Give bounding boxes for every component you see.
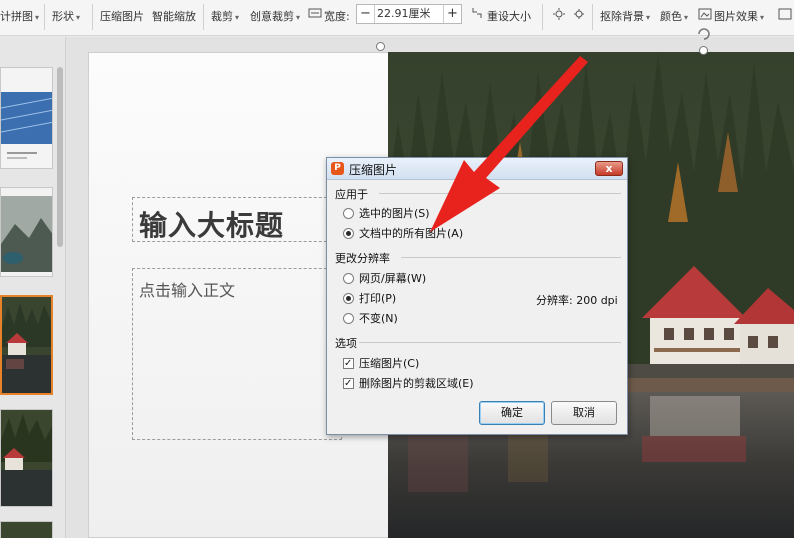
rotate-handle-icon[interactable]: [696, 26, 712, 42]
resize-handle-top[interactable]: [699, 46, 708, 55]
checkbox-checked-icon: [343, 376, 354, 392]
title-placeholder-text: 输入大标题: [139, 209, 285, 242]
dialog-title-bar[interactable]: P 压缩图片 x: [327, 158, 627, 180]
width-decrease-button[interactable]: −: [357, 5, 375, 23]
group-divider: [379, 193, 621, 194]
compress-picture-dialog: P 压缩图片 x 应用于 选中的图片(S) 文档中的所有图片(A) 更改分辨率 …: [326, 157, 628, 435]
width-input[interactable]: 22.91厘米: [377, 7, 441, 21]
checkbox-checked-icon: [343, 356, 354, 372]
group-divider: [359, 342, 621, 343]
slide-thumbnail-panel: [0, 37, 66, 538]
puzzle-button[interactable]: 计拼图 ▾: [0, 8, 39, 26]
resize-handle-top-left[interactable]: [376, 42, 385, 51]
resolution-dpi-text: 分辨率: 200 dpi: [536, 294, 618, 307]
chevron-down-icon: ▾: [646, 13, 651, 22]
chevron-down-icon: ▾: [760, 13, 765, 22]
toolbar-divider: [592, 4, 593, 30]
remove-background-button[interactable]: 抠除背景 ▾: [600, 8, 650, 26]
width-increase-button[interactable]: +: [443, 5, 461, 23]
title-placeholder[interactable]: 输入大标题: [132, 197, 342, 242]
creative-crop-button[interactable]: 创意裁剪 ▾: [250, 8, 300, 26]
slide-thumbnail-4[interactable]: [0, 409, 53, 507]
radio-checked-icon: [343, 293, 354, 304]
slide-thumbnail-1[interactable]: [0, 67, 53, 169]
thumbnail-image: [2, 297, 51, 393]
group-divider: [401, 257, 621, 258]
contrast-icon[interactable]: [572, 7, 586, 21]
chevron-down-icon: ▾: [296, 13, 301, 22]
dialog-title: 压缩图片: [349, 163, 398, 177]
thumbnail-image: [1, 522, 52, 538]
brightness-icon[interactable]: [552, 7, 566, 21]
slide-thumbnail-5[interactable]: [0, 521, 53, 538]
thumbnail-image: [1, 68, 52, 168]
slide-thumbnail-3[interactable]: [0, 295, 53, 395]
toolbar-divider: [542, 4, 543, 30]
body-placeholder-text: 点击输入正文: [139, 281, 236, 300]
chevron-down-icon: ▾: [76, 13, 81, 22]
ribbon-toolbar: 计拼图 ▾ 形状 ▾ 压缩图片 智能缩放 裁剪 ▾ 创意裁剪 ▾ 宽度: − 22.91…: [0, 0, 794, 36]
body-placeholder[interactable]: 点击输入正文: [132, 268, 342, 440]
thumbnail-image: [1, 410, 52, 506]
app-logo-icon: P: [331, 162, 344, 175]
apply-to-group-label: 应用于: [335, 188, 368, 201]
width-icon: [308, 8, 322, 18]
radio-checked-icon: [343, 228, 354, 239]
chevron-down-icon: ▾: [684, 13, 689, 22]
radio-icon: [343, 208, 354, 219]
thumbnail-scrollbar[interactable]: [57, 67, 63, 247]
cancel-button[interactable]: 取消: [551, 401, 617, 425]
picture-effect-button[interactable]: 图片效果 ▾: [714, 8, 764, 26]
picture-effect-icon: [698, 8, 712, 20]
toolbar-divider: [44, 4, 45, 30]
color-button[interactable]: 颜色 ▾: [660, 8, 688, 26]
width-stepper[interactable]: − 22.91厘米 +: [356, 4, 462, 24]
toolbar-divider: [92, 4, 93, 30]
ok-button[interactable]: 确定: [479, 401, 545, 425]
close-button[interactable]: x: [595, 161, 623, 176]
chevron-down-icon: ▾: [35, 13, 40, 22]
resolution-group-label: 更改分辨率: [335, 252, 390, 265]
radio-icon: [343, 313, 354, 324]
toolbar-divider: [203, 4, 204, 30]
slide-thumbnail-2[interactable]: [0, 187, 53, 277]
shape-button[interactable]: 形状 ▾: [52, 8, 80, 26]
more-tools-icon[interactable]: [778, 7, 792, 21]
options-group-label: 选项: [335, 337, 357, 350]
smart-zoom-button[interactable]: 智能缩放: [152, 8, 196, 26]
radio-icon: [343, 273, 354, 284]
reset-size-icon: [472, 8, 482, 18]
thumbnail-image: [1, 188, 52, 276]
crop-button[interactable]: 裁剪 ▾: [211, 8, 239, 26]
reset-size-button[interactable]: 重设大小: [487, 8, 531, 26]
width-label: 宽度:: [324, 10, 350, 23]
compress-picture-button[interactable]: 压缩图片: [100, 8, 144, 26]
chevron-down-icon: ▾: [235, 13, 240, 22]
